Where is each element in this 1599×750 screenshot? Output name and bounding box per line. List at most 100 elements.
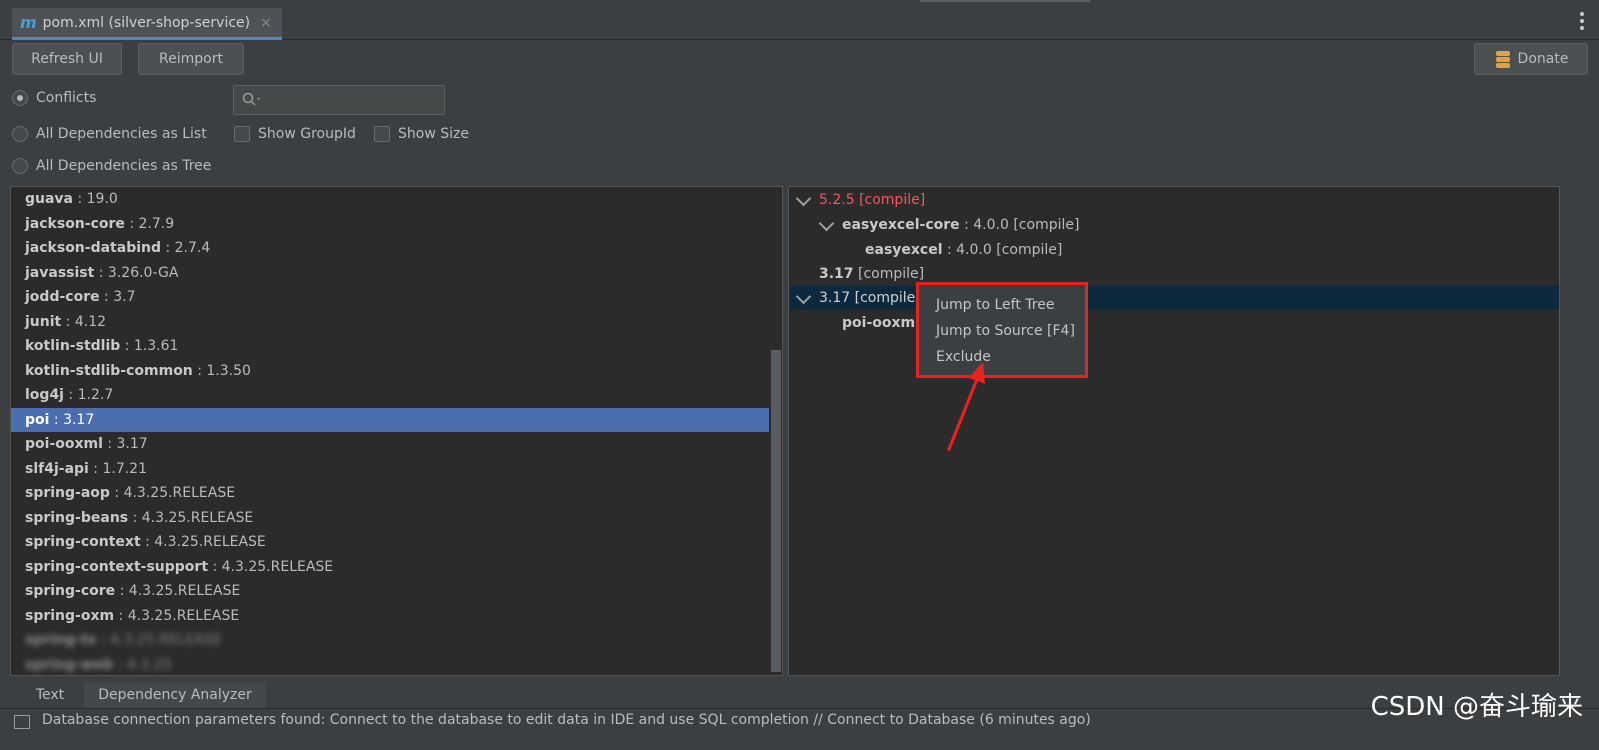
dependency-version: : 4.3.25.RELEASE	[208, 558, 334, 575]
conflict-list-pane[interactable]: guava : 19.0 jackson-core : 2.7.9 jackson-…	[10, 186, 783, 676]
dependency-name: log4j	[25, 387, 64, 403]
dependency-name: javassist	[25, 264, 95, 281]
tree-node[interactable]: 3.17 [compile]	[819, 262, 924, 286]
list-item[interactable]: jackson-databind : 2.7.4	[11, 236, 769, 261]
toggle-tool-windows-icon[interactable]	[14, 715, 30, 729]
tree-node-version: [compile]	[853, 266, 925, 282]
list-item[interactable]: spring-oxm : 4.3.25.RELEASE	[11, 604, 769, 629]
list-item[interactable]: guava : 19.0	[11, 187, 769, 212]
dependency-name: junit	[25, 313, 62, 330]
tab-text[interactable]: Text	[22, 682, 78, 708]
list-item[interactable]: javassist : 3.26.0-GA	[11, 261, 769, 286]
coins-icon	[1494, 51, 1512, 68]
list-item[interactable]: kotlin-stdlib : 1.3.61	[11, 334, 769, 359]
dependency-version: : 4.3.25.RELEASE	[115, 583, 241, 599]
donate-button[interactable]: Donate	[1474, 43, 1588, 75]
all-deps-list-radio[interactable]: All Dependencies as List	[12, 126, 207, 142]
editor-tab-bar: m pom.xml (silver-shop-service) ×	[0, 0, 1599, 40]
dependency-version: : 4.3.25.RELEASE	[128, 509, 254, 526]
list-item[interactable]: log4j : 1.2.7	[11, 383, 769, 408]
list-item[interactable]: poi : 3.17	[11, 407, 769, 432]
status-message[interactable]: Database connection parameters found: Co…	[42, 712, 1091, 728]
conflicts-radio[interactable]: Conflicts	[12, 90, 96, 106]
list-item[interactable]: kotlin-stdlib-common : 1.3.50	[11, 359, 769, 384]
dependency-version: : 4.3.25.RELEASE	[114, 607, 240, 624]
chevron-down-icon[interactable]	[818, 215, 835, 232]
dependency-version: : 1.7.21	[88, 460, 147, 477]
tree-node-selected[interactable]: 3.17 [compile	[819, 286, 915, 310]
dependency-version: : 1.3.61	[120, 338, 179, 354]
checkbox-icon	[374, 126, 390, 142]
dependency-name: spring-core	[25, 583, 116, 599]
dependency-version: : 3.17	[102, 436, 148, 452]
tree-node-version: : 4.0.0 [compile]	[942, 242, 1063, 258]
tree-node[interactable]: easyexcel-core : 4.0.0 [compile]	[842, 213, 1079, 237]
conflicts-label: Conflicts	[36, 90, 97, 106]
dependency-version: : 4.3.25.RELEASE	[140, 534, 266, 550]
dependency-name: slf4j-api	[25, 460, 89, 477]
list-item[interactable]: spring-context : 4.3.25.RELEASE	[11, 530, 769, 555]
close-icon[interactable]: ×	[260, 15, 272, 31]
list-item[interactable]: junit : 4.12	[11, 310, 769, 335]
dependency-version: : 3.7	[99, 289, 136, 305]
list-item[interactable]: jackson-core : 2.7.9	[11, 212, 769, 237]
menu-jump-to-left-tree[interactable]: Jump to Left Tree	[936, 297, 1054, 313]
tab-dependency-analyzer[interactable]: Dependency Analyzer	[84, 682, 266, 711]
status-bar: Database connection parameters found: Co…	[0, 708, 1599, 750]
dependency-version: : 1.3.50	[192, 362, 251, 379]
tree-node[interactable]: poi-ooxm	[842, 311, 915, 335]
dependency-name: spring-web	[25, 656, 114, 673]
dependency-tree-pane[interactable]: 5.2.5 [compile] easyexcel-core : 4.0.0 […	[788, 186, 1560, 676]
top-divider	[920, 0, 1090, 2]
dependency-name: jackson-databind	[25, 240, 162, 256]
dependency-version: : 4.12	[61, 313, 107, 330]
tree-node[interactable]: easyexcel : 4.0.0 [compile]	[865, 238, 1062, 262]
dependency-name: poi-ooxml	[25, 436, 103, 452]
dependency-version: : 4.3.25	[113, 656, 172, 673]
radio-selected-icon	[12, 90, 28, 106]
menu-jump-to-source[interactable]: Jump to Source [F4]	[936, 323, 1075, 339]
more-options-icon[interactable]	[1579, 12, 1585, 30]
dependency-name: jodd-core	[25, 289, 100, 305]
tree-node-version: [compile	[850, 290, 916, 306]
list-item[interactable]: spring-web : 4.3.25	[11, 653, 769, 676]
list-item[interactable]: spring-core : 4.3.25.RELEASE	[11, 579, 769, 604]
dependency-name: spring-beans	[25, 509, 129, 526]
list-scrollbar[interactable]	[771, 350, 781, 672]
list-item[interactable]: spring-beans : 4.3.25.RELEASE	[11, 506, 769, 531]
list-item[interactable]: spring-context-support : 4.3.25.RELEASE	[11, 555, 769, 580]
reimport-button[interactable]: Reimport	[138, 43, 244, 75]
radio-icon	[12, 126, 28, 142]
tree-node-name: easyexcel-core	[842, 217, 960, 233]
list-item[interactable]: jodd-core : 3.7	[11, 285, 769, 310]
refresh-ui-button[interactable]: Refresh UI	[12, 43, 122, 75]
dependency-name: spring-context	[25, 534, 141, 550]
dependency-version: : 2.7.9	[124, 215, 175, 232]
dependency-name: kotlin-stdlib	[25, 338, 121, 354]
dependency-name: guava	[25, 191, 74, 207]
search-input[interactable]	[233, 85, 445, 115]
list-item[interactable]: spring-tx : 4.3.25.RELEASE	[11, 628, 769, 653]
donate-label: Donate	[1517, 51, 1569, 67]
tree-node-name: easyexcel	[865, 242, 943, 258]
list-item[interactable]: slf4j-api : 1.7.21	[11, 457, 769, 482]
show-groupid-checkbox[interactable]: Show GroupId	[234, 126, 356, 142]
dependency-version: : 3.17	[49, 411, 95, 428]
all-deps-tree-radio[interactable]: All Dependencies as Tree	[12, 158, 211, 174]
radio-icon	[12, 158, 28, 174]
tree-node-name: 3.17	[819, 290, 851, 306]
dependency-name: poi	[25, 411, 50, 428]
bottom-tab-bar: Text Dependency Analyzer	[0, 678, 1599, 711]
tab-pom-xml[interactable]: m pom.xml (silver-shop-service) ×	[12, 8, 282, 40]
chevron-down-icon[interactable]	[795, 190, 812, 207]
list-item[interactable]: spring-aop : 4.3.25.RELEASE	[11, 481, 769, 506]
dependency-version: : 4.3.25.RELEASE	[96, 632, 222, 648]
dependency-version: : 19.0	[73, 191, 118, 207]
list-item[interactable]: poi-ooxml : 3.17	[11, 432, 769, 457]
dependency-version: : 1.2.7	[63, 387, 114, 403]
tab-title: pom.xml (silver-shop-service)	[42, 14, 251, 31]
show-size-checkbox[interactable]: Show Size	[374, 126, 469, 142]
dependency-version: : 4.3.25.RELEASE	[109, 485, 236, 501]
all-deps-list-label: All Dependencies as List	[36, 126, 207, 142]
tree-node[interactable]: 5.2.5 [compile]	[819, 188, 925, 212]
